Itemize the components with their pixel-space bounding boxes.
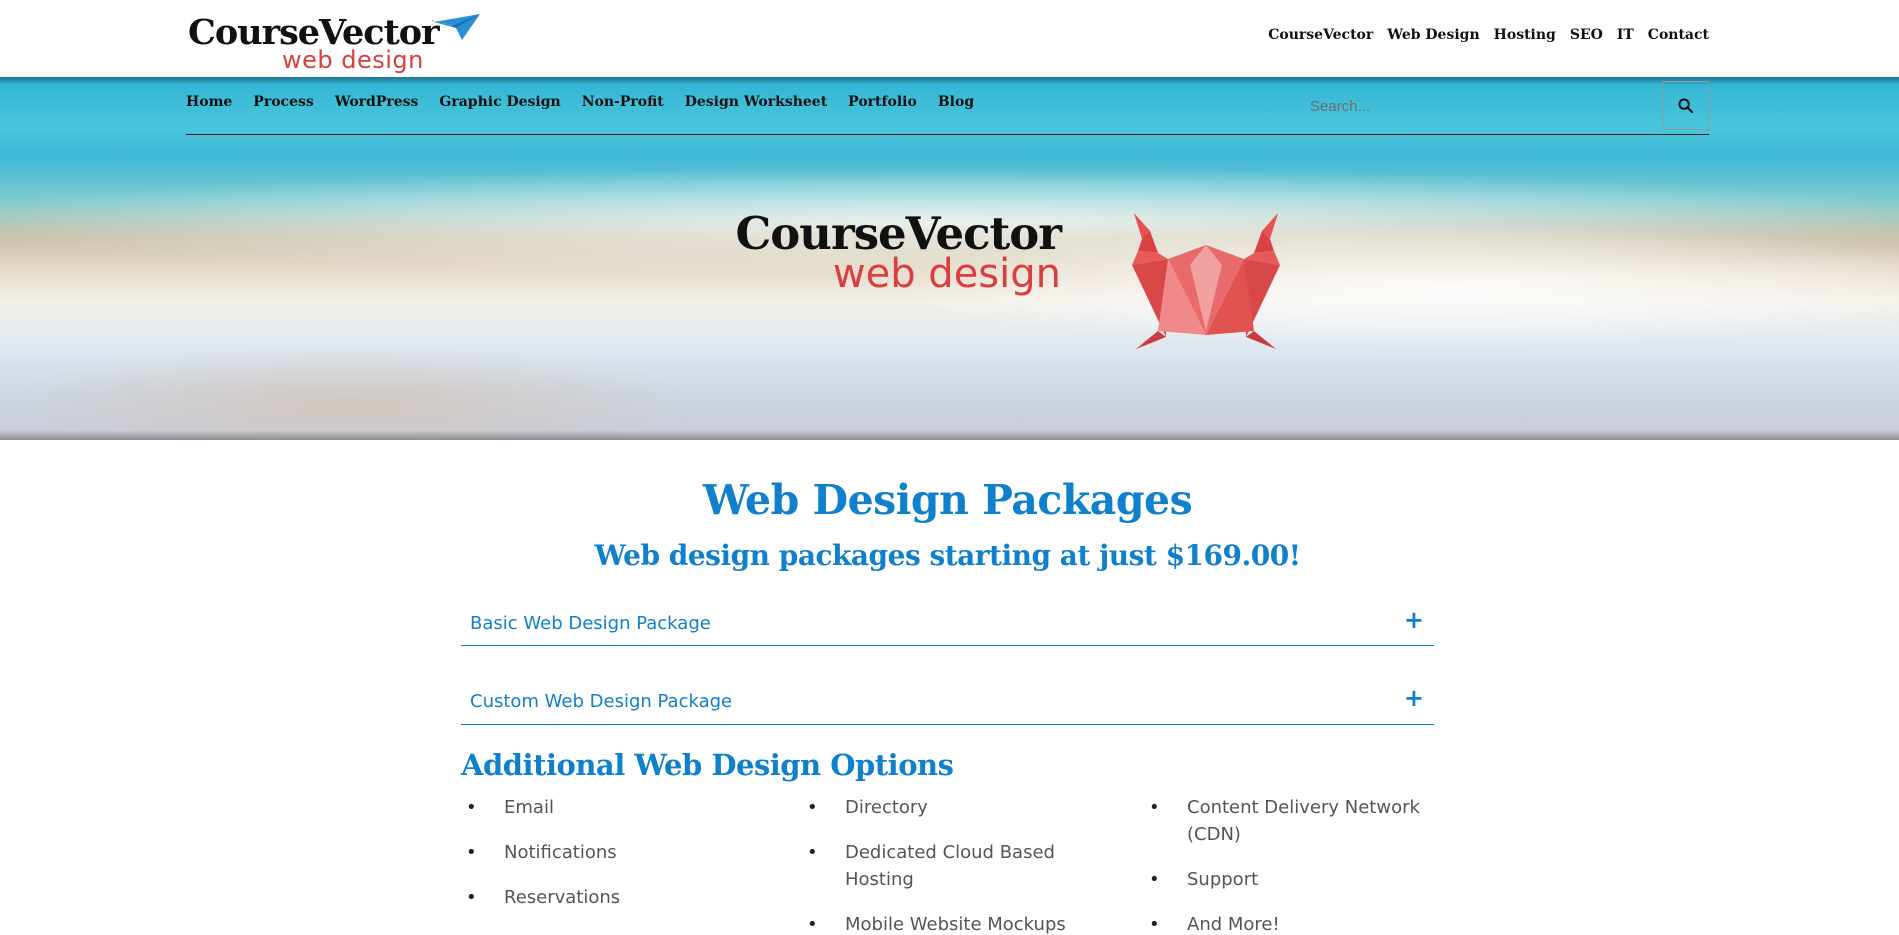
nav-graphic-design[interactable]: Graphic Design	[439, 94, 560, 110]
search-button[interactable]	[1662, 81, 1709, 130]
top-nav-seo[interactable]: SEO	[1570, 27, 1603, 43]
list-item: Directory	[802, 794, 1102, 821]
hero-banner: Home Process WordPress Graphic Design No…	[0, 77, 1899, 440]
accordion-label: Basic Web Design Package	[470, 613, 711, 634]
search-input[interactable]	[1310, 81, 1649, 131]
list-item: Support	[1144, 866, 1444, 893]
accordion-label: Custom Web Design Package	[470, 691, 733, 712]
logo-sub-text: web design	[282, 46, 424, 74]
main-nav-links: Home Process WordPress Graphic Design No…	[186, 94, 974, 110]
list-item: Mobile Website Mockups	[802, 911, 1102, 935]
list-item: Dedicated Cloud Based Hosting	[802, 839, 1102, 893]
accordion-basic-package[interactable]: Basic Web Design Package +	[461, 592, 1434, 646]
hero-logo: CourseVector web design	[735, 207, 1062, 297]
list-item: Notifications	[461, 839, 761, 866]
list-item: Reservations	[461, 884, 761, 911]
top-nav: CourseVector Web Design Hosting SEO IT C…	[1268, 27, 1709, 43]
page-title: Web Design Packages	[702, 476, 1193, 524]
plus-icon[interactable]: +	[1404, 606, 1424, 634]
list-item: Content Delivery Network (CDN)	[1144, 794, 1444, 848]
top-nav-coursevector[interactable]: CourseVector	[1268, 27, 1373, 43]
top-nav-it[interactable]: IT	[1617, 27, 1634, 43]
nav-blog[interactable]: Blog	[938, 94, 974, 110]
page-subtitle: Web design packages starting at just $16…	[594, 539, 1301, 572]
nav-wordpress[interactable]: WordPress	[335, 94, 419, 110]
nav-home[interactable]: Home	[186, 94, 232, 110]
crab-icon	[1132, 213, 1280, 349]
accordion-custom-package[interactable]: Custom Web Design Package +	[461, 670, 1434, 725]
list-item: Email	[461, 794, 761, 821]
options-title: Additional Web Design Options	[461, 748, 954, 782]
nav-non-profit[interactable]: Non-Profit	[582, 94, 664, 110]
site-logo[interactable]: CourseVector web design	[186, 10, 486, 76]
plus-icon[interactable]: +	[1404, 684, 1424, 712]
nav-design-worksheet[interactable]: Design Worksheet	[685, 94, 827, 110]
top-nav-web-design[interactable]: Web Design	[1387, 27, 1479, 43]
options-list-column-1: Email Notifications Reservations	[461, 794, 761, 929]
list-item: And More!	[1144, 911, 1444, 935]
hero-logo-sub-text: web design	[832, 251, 1061, 297]
options-list-column-3: Content Delivery Network (CDN) Support A…	[1144, 794, 1444, 935]
paper-plane-icon	[432, 14, 480, 40]
options-list-column-2: Directory Dedicated Cloud Based Hosting …	[802, 794, 1102, 935]
search-icon	[1678, 98, 1693, 113]
top-nav-contact[interactable]: Contact	[1648, 27, 1709, 43]
nav-portfolio[interactable]: Portfolio	[848, 94, 917, 110]
top-nav-hosting[interactable]: Hosting	[1494, 27, 1556, 43]
main-nav: Home Process WordPress Graphic Design No…	[186, 77, 1709, 135]
hero-sand	[0, 347, 700, 440]
nav-process[interactable]: Process	[253, 94, 313, 110]
top-header: CourseVector web design CourseVector Web…	[0, 0, 1899, 77]
